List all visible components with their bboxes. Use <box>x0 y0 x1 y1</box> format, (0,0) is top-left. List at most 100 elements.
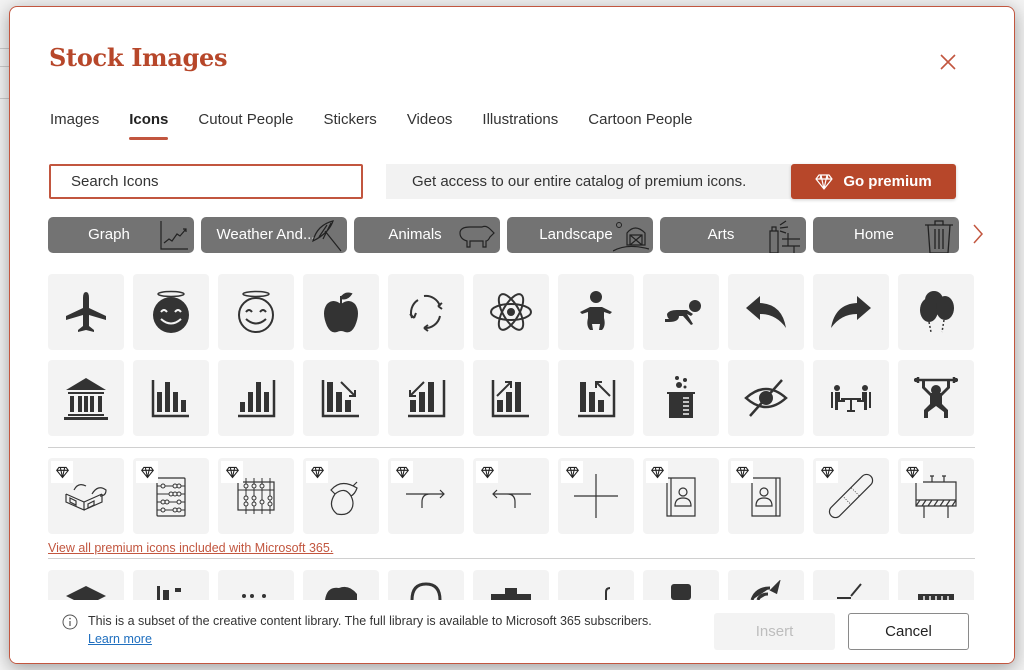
tab-illustrations[interactable]: Illustrations <box>482 107 558 140</box>
icon-tile-bar-chart[interactable] <box>133 360 209 436</box>
icon-tile-abacus-2[interactable] <box>218 458 294 534</box>
category-graph[interactable]: Graph <box>48 217 194 253</box>
bar-chart-upward-trend-icon <box>491 380 529 418</box>
icon-tile-crosshair[interactable] <box>558 458 634 534</box>
diamond-icon <box>395 466 409 478</box>
icon-tile-baby[interactable] <box>558 274 634 350</box>
learn-more-link[interactable]: Learn more <box>88 632 152 646</box>
icon-tile-bar-chart-ascending[interactable] <box>218 360 294 436</box>
view-premium-icons-link[interactable]: View all premium icons included with Mic… <box>48 541 333 555</box>
category-home[interactable]: Home <box>813 217 959 253</box>
icon-tile-bar-chart-arrow-down-left[interactable] <box>388 360 464 436</box>
icon-tile-bus[interactable] <box>643 570 719 600</box>
cancel-button[interactable]: Cancel <box>848 613 969 650</box>
meeting-table-icon <box>831 385 871 412</box>
bar-chart-downward-trend-icon <box>321 380 359 418</box>
icon-tile-bank[interactable] <box>48 360 124 436</box>
bar-chart-arrow-down-left-icon <box>408 380 446 418</box>
icon-tile-target[interactable] <box>728 570 804 600</box>
icon-tile-weightlifter[interactable] <box>898 360 974 436</box>
icon-tile-bar-chart-small[interactable] <box>133 570 209 600</box>
icon-tile-refresh[interactable] <box>388 274 464 350</box>
dots-icon <box>242 594 266 598</box>
icon-tile-bar-chart-upward[interactable] <box>473 360 549 436</box>
icon-tile-arrow-curve-left[interactable] <box>473 458 549 534</box>
premium-badge <box>391 461 413 483</box>
icon-tile-balloons[interactable] <box>898 274 974 350</box>
icon-tile-halo-face-filled[interactable] <box>133 274 209 350</box>
airplane-icon <box>66 292 106 332</box>
diamond-icon <box>55 466 69 478</box>
icon-tile-halo-face-outline[interactable] <box>218 274 294 350</box>
baby-icon <box>580 291 612 330</box>
go-premium-label: Go premium <box>843 173 932 190</box>
go-premium-button[interactable]: Go premium <box>791 164 956 199</box>
umbrella-icon <box>312 220 342 252</box>
icon-tile-3d-glasses[interactable] <box>48 458 124 534</box>
category-carousel: Graph Weather And... Animals Landscape A… <box>48 217 959 253</box>
icon-tile-reply-arrow[interactable] <box>728 274 804 350</box>
icon-tile-beaker[interactable] <box>643 360 719 436</box>
diamond-icon <box>905 466 919 478</box>
tab-icons[interactable]: Icons <box>129 107 169 140</box>
icon-tile-bandage[interactable] <box>813 458 889 534</box>
insert-button[interactable]: Insert <box>714 613 835 650</box>
hide-eye-icon <box>744 379 788 417</box>
tab-stickers[interactable]: Stickers <box>323 107 376 140</box>
diamond-icon <box>650 466 664 478</box>
icon-tile-acorn[interactable] <box>303 458 379 534</box>
premium-badge <box>816 461 838 483</box>
diamond-icon <box>310 466 324 478</box>
icon-tile-dots[interactable] <box>218 570 294 600</box>
premium-badge <box>731 461 753 483</box>
dialog-title: Stock Images <box>49 43 228 72</box>
icon-tile-meeting[interactable] <box>813 360 889 436</box>
icon-tile-forward-arrow[interactable] <box>813 274 889 350</box>
forward-arrow-icon <box>831 296 871 328</box>
icon-tile-check[interactable] <box>813 570 889 600</box>
category-arts[interactable]: Arts <box>660 217 806 253</box>
tab-videos[interactable]: Videos <box>407 107 453 140</box>
icon-tile-abacus[interactable] <box>133 458 209 534</box>
category-animals[interactable]: Animals <box>354 217 500 253</box>
category-landscape[interactable]: Landscape <box>507 217 653 253</box>
atom-icon <box>490 293 532 331</box>
icon-tile-bar-chart-arrow-up-left[interactable] <box>558 360 634 436</box>
icon-tile-bar-chart-downward[interactable] <box>303 360 379 436</box>
line-graph-icon <box>160 221 188 250</box>
tab-images[interactable]: Images <box>50 107 99 140</box>
tab-cartoon-people[interactable]: Cartoon People <box>588 107 692 140</box>
icon-tile-hide[interactable] <box>728 360 804 436</box>
icon-tile-address-book-2[interactable] <box>728 458 804 534</box>
premium-promo-text: Get access to our entire catalog of prem… <box>386 164 791 199</box>
icon-tile-arrow-curve-right[interactable] <box>388 458 464 534</box>
icon-tile-badge[interactable] <box>388 570 464 600</box>
icon-tile-apple[interactable] <box>303 274 379 350</box>
premium-badge <box>476 461 498 483</box>
free-icons-row-1 <box>48 274 974 350</box>
beaker-icon <box>667 376 695 418</box>
tab-cutout-people[interactable]: Cutout People <box>198 107 293 140</box>
search-input[interactable] <box>49 164 363 199</box>
icon-tile-airplane[interactable] <box>48 274 124 350</box>
icon-tile-brain[interactable] <box>303 570 379 600</box>
hook-icon <box>605 587 611 600</box>
premium-badge <box>646 461 668 483</box>
bar-chart-arrow-up-left-icon <box>578 380 616 418</box>
icon-tile-briefcase[interactable] <box>473 570 549 600</box>
icon-tile-address-book[interactable] <box>643 458 719 534</box>
check-icon <box>837 583 862 599</box>
bar-chart-icon <box>151 380 189 418</box>
category-next-button[interactable] <box>968 221 988 247</box>
icon-tile-billboard[interactable] <box>898 458 974 534</box>
diamond-icon <box>480 466 494 478</box>
category-weather[interactable]: Weather And... <box>201 217 347 253</box>
graduation-cap-icon <box>66 586 106 600</box>
bar-chart-small-icon <box>157 586 181 600</box>
icon-tile-hook[interactable] <box>558 570 634 600</box>
icon-tile-atom[interactable] <box>473 274 549 350</box>
icon-tile-ruler[interactable] <box>898 570 974 600</box>
icon-tile-graduation-cap[interactable] <box>48 570 124 600</box>
close-button[interactable] <box>937 51 959 73</box>
icon-tile-crawling-baby[interactable] <box>643 274 719 350</box>
